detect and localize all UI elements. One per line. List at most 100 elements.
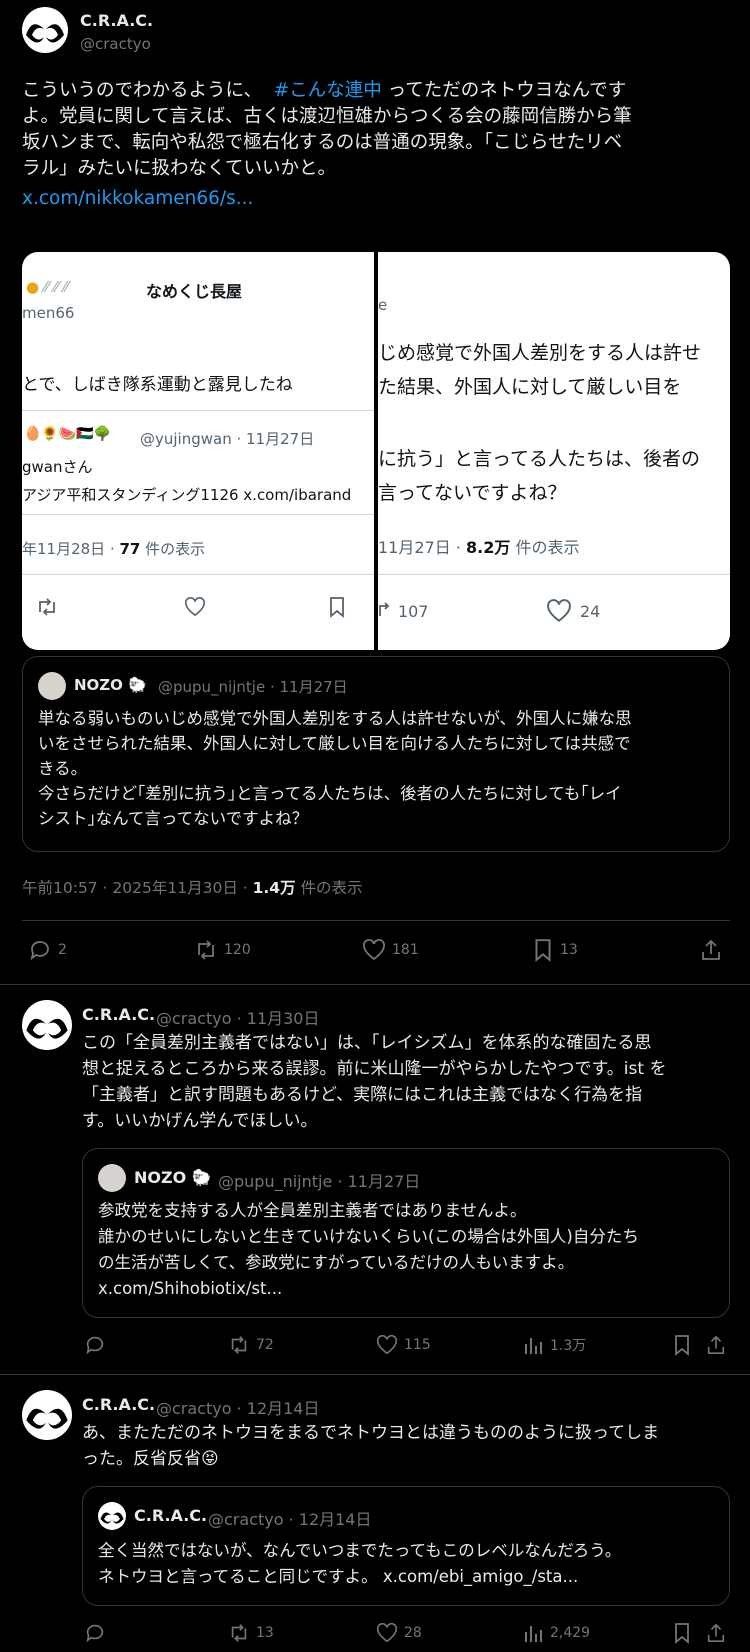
media-image-right[interactable]: e じめ感覚で外国人差別をする人は許せ た結果、外国人に対して厳しい目を に抗う… (378, 252, 730, 650)
share-button[interactable] (700, 938, 722, 962)
view-count: 1.4万 (252, 879, 296, 897)
avatar[interactable] (98, 1502, 126, 1530)
tweet-text-line: この「全員差別主義者ではない」は、「レイシズム」を体系的な確固たる思 (82, 1033, 652, 1053)
retweet-count: 72 (256, 1337, 274, 1353)
bookmark-button[interactable] (672, 1334, 692, 1356)
image-like-count: 24 (580, 602, 601, 621)
retweet-icon (231, 1336, 247, 1354)
divider (22, 574, 374, 575)
author-name[interactable]: C.R.A.C. (82, 1395, 155, 1414)
divider (22, 920, 730, 921)
reply-button[interactable] (84, 1622, 106, 1644)
retweet-icon (231, 1624, 247, 1642)
share-icon (707, 1335, 725, 1354)
sheep-emoji-icon: 🐑 (186, 1168, 212, 1187)
image-tweet-line: た結果、外国人に対して厳しい目を (378, 376, 682, 398)
bookmark-icon (535, 939, 551, 962)
tweet-text-line: よ。党員に関して言えば、古くは渡辺恒雄からつくる会の藤岡信勝から筆 (22, 106, 632, 127)
reply-icon (86, 1336, 104, 1355)
like-button[interactable]: 28 (376, 1622, 422, 1644)
avatar[interactable] (38, 672, 66, 700)
tweet-text: この「全員差別主義者ではない」は、「レイシズム」を体系的な確固たる思 想と捉える… (82, 1030, 666, 1134)
quoted-text-line: 誰かのせいにしないと生きていけないくらい(この場合は外国人)自分たち (98, 1227, 639, 1246)
like-button[interactable]: 181 (362, 938, 419, 962)
view-count: 2,429 (550, 1625, 591, 1641)
media-image-left[interactable]: ● ⁄⁄ ⁄⁄ ⁄⁄ なめくじ長屋 men66 とで、しばき隊系運動と露見したね… (22, 252, 374, 650)
view-label: 件の表示 (300, 879, 363, 897)
quoted-name-text: NOZO (134, 1168, 187, 1187)
reply-icon (86, 1624, 104, 1643)
bookmark-icon (675, 1335, 689, 1356)
retweet-icon (36, 597, 58, 621)
tweet-text-line: 坂ハンまで、転向や私怨で極右化するのは普通の現象。「こじらせたリベ (22, 132, 623, 153)
image-view-label: 件の表示 (515, 538, 580, 557)
avatar[interactable] (22, 1000, 72, 1050)
quoted-text-line: きる。 (38, 759, 88, 778)
image-tweet-line: 言ってないですよね？ (378, 482, 567, 504)
retweet-button[interactable]: 13 (228, 1622, 274, 1644)
media-container[interactable]: ● ⁄⁄ ⁄⁄ ⁄⁄ なめくじ長屋 men66 とで、しばき隊系運動と露見したね… (22, 252, 730, 650)
emoji-row: ● ⁄⁄ ⁄⁄ ⁄⁄ (26, 278, 69, 296)
avatar[interactable] (22, 1390, 72, 1440)
heart-icon (363, 939, 385, 961)
tweet-text: こういうのでわかるように、 #こんな連中 ってただのネトウヨなんです よ。党員に… (22, 78, 737, 212)
author-handle-date[interactable]: @cractyo · 12月14日 (156, 1395, 320, 1419)
author-handle[interactable]: @cractyo (80, 35, 151, 53)
tweet-link[interactable]: x.com/nikkokamen66/s... (22, 186, 737, 212)
divider (22, 514, 374, 515)
image-date: 年11月28日 · (22, 540, 120, 558)
hashtag-link[interactable]: #こんな連中 (274, 80, 382, 101)
retweet-icon (378, 600, 392, 626)
avatar[interactable] (98, 1164, 126, 1192)
reply-button[interactable] (84, 1334, 106, 1356)
tweet-text-line: 想と捉えるところから来る誤謬。前に米山隆一がやらかしたやつです。ist を (82, 1059, 667, 1079)
retweet-count: 13 (256, 1625, 274, 1641)
emoji-row: 🥚🌻🍉🇵🇸🌳 (24, 426, 112, 442)
author-name[interactable]: C.R.A.C. (82, 1005, 155, 1024)
image-quoted-text: アジア平和スタンディング1126 x.com/ibarand (22, 486, 352, 504)
quoted-text-line: 今さらだけど｢差別に抗う｣と言ってる人たちは、後者の人たちに対しても｢レイ (38, 784, 622, 803)
image-tweet-text: とで、しばき隊系運動と露見したね (22, 375, 293, 395)
image-account-handle: e (378, 296, 388, 314)
bookmark-icon (675, 1623, 689, 1644)
bookmark-button[interactable]: 13 (532, 938, 578, 962)
quoted-name-text: NOZO (74, 676, 123, 694)
divider (0, 1374, 750, 1375)
image-tweet-line: に抗う」と言ってる人たちは、後者の (378, 448, 701, 470)
share-icon (707, 1623, 725, 1642)
image-account-name: なめくじ長屋 (146, 282, 243, 301)
share-button[interactable] (706, 1334, 726, 1356)
like-count: 28 (404, 1625, 422, 1641)
author-handle-date[interactable]: @cractyo · 11月30日 (156, 1005, 320, 1029)
bookmark-count: 13 (560, 942, 578, 958)
image-view-label: 件の表示 (145, 540, 206, 558)
image-tweet-line: じめ感覚で外国人差別をする人は許せ (378, 342, 702, 364)
avatar[interactable] (22, 7, 68, 53)
timestamp-text: 午前10:57 · 2025年11月30日 · (22, 879, 253, 897)
retweet-count: 120 (224, 942, 251, 958)
share-button[interactable] (706, 1622, 726, 1644)
bar-chart-icon (525, 1338, 542, 1354)
bookmark-button[interactable] (672, 1622, 692, 1644)
like-button[interactable]: 115 (376, 1334, 431, 1356)
sheep-emoji-icon: 🐑 (122, 676, 147, 694)
share-icon (702, 939, 720, 960)
retweet-button[interactable]: 120 (194, 938, 251, 962)
quoted-text-line: シスト｣なんて言ってないですよね？ (38, 809, 309, 828)
divider (22, 410, 374, 411)
retweet-button[interactable]: 72 (228, 1334, 274, 1356)
tweet-text-line: 「主義者」と訳す問題もあるけど、実際にはこれは主義ではなく行為を指 (82, 1085, 643, 1105)
quoted-text-line: x.com/Shihobiotix/st... (98, 1279, 283, 1298)
reply-count: 2 (58, 942, 67, 958)
views-button[interactable]: 2,429 (522, 1622, 590, 1644)
tweet-text: あ、またただのネトウヨをまるでネトウヨとは違うもののように扱ってしま った。反省… (82, 1420, 659, 1472)
image-account-handle: men66 (22, 304, 75, 322)
tweet-timestamp[interactable]: 午前10:57 · 2025年11月30日 · 1.4万 件の表示 (22, 876, 363, 898)
author-name[interactable]: C.R.A.C. (80, 11, 153, 30)
heart-icon (376, 1334, 398, 1355)
bar-chart-icon (525, 1626, 542, 1642)
quoted-text: 単なる弱いものいじめ感覚で外国人差別をする人は許せないが、外国人に嫌な思 いをさ… (38, 706, 632, 831)
reply-button[interactable]: 2 (28, 938, 67, 962)
quoted-text-line: 単なる弱いものいじめ感覚で外国人差別をする人は許せないが、外国人に嫌な思 (38, 709, 632, 728)
views-button[interactable]: 1.3万 (522, 1334, 586, 1356)
